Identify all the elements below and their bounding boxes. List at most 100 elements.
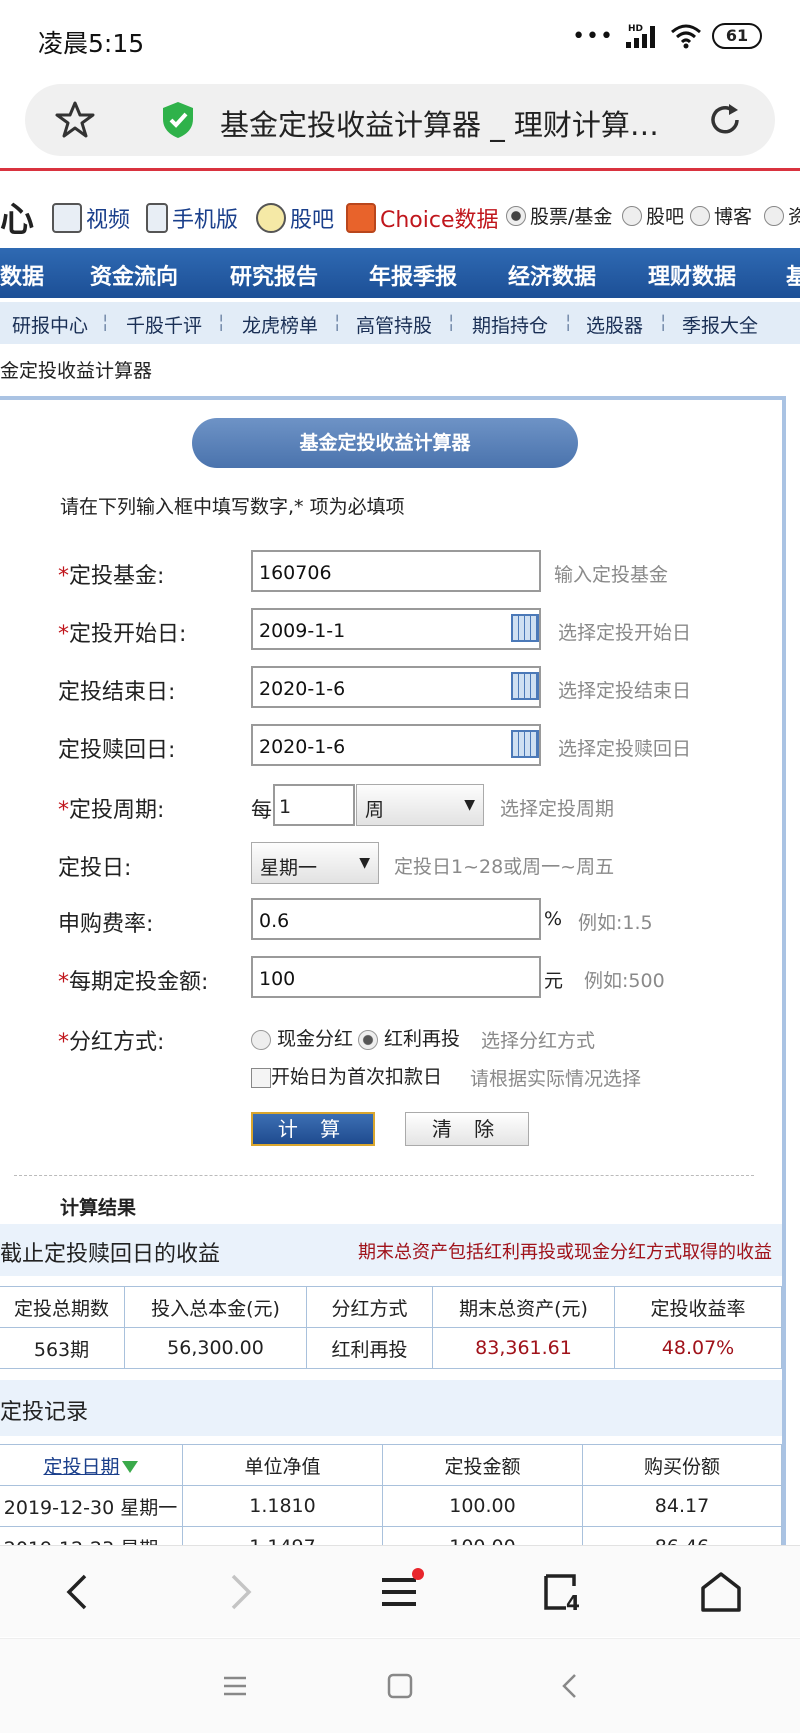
scope-more[interactable]: 资 xyxy=(764,202,800,229)
forward-icon[interactable] xyxy=(215,1568,263,1616)
recent-apps-icon[interactable] xyxy=(220,1671,250,1701)
link-video[interactable]: 视频 xyxy=(52,202,130,234)
fee-tip: 例如:1.5 xyxy=(578,912,653,934)
chevron-down-icon: ▼ xyxy=(464,797,475,813)
amount-input[interactable]: 100 xyxy=(251,956,541,998)
row-start: *定投开始日: 2009-1-1 选择定投开始日 xyxy=(58,608,778,652)
day-label: 定投日: xyxy=(58,856,132,881)
back-icon[interactable] xyxy=(55,1568,103,1616)
redeem-tip: 选择定投赎回日 xyxy=(558,738,692,760)
table-row: 563期 56,300.00 红利再投 83,361.61 48.07% xyxy=(0,1327,782,1369)
period-prefix: 每 xyxy=(251,798,272,822)
table-cell: 2019-12-30 星期一 xyxy=(0,1485,183,1527)
header-cell: 单位净值 xyxy=(182,1444,383,1486)
scope-blog[interactable]: 博客 xyxy=(690,202,752,229)
link-guba[interactable]: 股吧 xyxy=(256,202,334,234)
sort-arrow-icon xyxy=(121,1461,138,1473)
site-logo: 心 xyxy=(0,200,34,240)
battery-icon: 61 xyxy=(712,23,762,49)
results-title: 计算结果 xyxy=(60,1197,137,1219)
scope-guba[interactable]: 股吧 xyxy=(622,202,684,229)
dividend-reinvest-option[interactable]: 红利再投 xyxy=(358,1024,460,1051)
status-icons: ••• HD 61 xyxy=(572,22,762,50)
header-cell: 定投总期数 xyxy=(0,1286,125,1328)
reload-icon[interactable] xyxy=(705,100,745,140)
header-cell: 期末总资产(元) xyxy=(432,1286,615,1328)
fee-input[interactable]: 0.6 xyxy=(251,898,541,940)
subnav-item[interactable]: 研报中心 xyxy=(12,311,88,338)
first-day-checkbox[interactable]: 开始日为首次扣款日 xyxy=(251,1062,442,1089)
sub-nav: 研报中心 ¦ 千股千评 ¦ 龙虎榜单 ¦ 高管持股 ¦ 期指持仓 ¦ 选股器 ¦… xyxy=(0,302,800,344)
clear-button[interactable]: 清 除 xyxy=(405,1112,529,1146)
calendar-icon[interactable] xyxy=(511,672,539,700)
subnav-item[interactable]: 龙虎榜单 xyxy=(242,311,318,338)
nav-item[interactable]: 资金流向 xyxy=(90,259,178,291)
day-select[interactable]: 星期一 ▼ xyxy=(251,842,379,884)
fund-label: 定投基金: xyxy=(69,564,165,589)
first-day-tip: 请根据实际情况选择 xyxy=(470,1068,642,1090)
results-band-right: 期末总资产包括红利再投或现金分红方式取得的收益 xyxy=(358,1242,772,1263)
end-date-input[interactable]: 2020-1-6 xyxy=(251,666,541,708)
nav-item[interactable]: 基 xyxy=(786,259,800,291)
nav-item[interactable]: 研究报告 xyxy=(230,259,318,291)
subnav-item[interactable]: 千股千评 xyxy=(126,311,202,338)
radio-icon[interactable] xyxy=(764,205,784,226)
site-top-links: 心 视频 手机版 股吧 Choice数据 股票/基金 股吧 博客 资 xyxy=(0,192,800,244)
subnav-item[interactable]: 高管持股 xyxy=(356,311,432,338)
dividend-cash-option[interactable]: 现金分红 xyxy=(251,1024,353,1051)
header-cell: 定投金额 xyxy=(382,1444,583,1486)
nav-item[interactable]: 经济数据 xyxy=(508,259,596,291)
address-bar[interactable]: 基金定投收益计算器 _ 理财计算… xyxy=(25,84,775,156)
link-mobile[interactable]: 手机版 xyxy=(146,202,238,234)
fee-label: 申购费率: xyxy=(58,912,154,937)
calendar-icon[interactable] xyxy=(511,614,539,642)
nav-item[interactable]: 理财数据 xyxy=(648,259,736,291)
menu-icon[interactable] xyxy=(376,1568,424,1616)
period-unit-select[interactable]: 周 ▼ xyxy=(356,784,484,826)
table-header-row: 定投总期数 投入总本金(元) 分红方式 期末总资产(元) 定投收益率 xyxy=(0,1286,782,1328)
calendar-icon[interactable] xyxy=(511,730,539,758)
header-divider xyxy=(0,168,800,171)
table-cell: 1.1810 xyxy=(182,1485,383,1527)
subnav-item[interactable]: 季报大全 xyxy=(682,311,758,338)
redeem-date-input[interactable]: 2020-1-6 xyxy=(251,724,541,766)
home-icon[interactable] xyxy=(697,1568,745,1616)
row-fund: *定投基金: 160706 输入定投基金 xyxy=(58,550,778,594)
tabs-icon[interactable]: 4 xyxy=(538,1568,586,1616)
start-date-input[interactable]: 2009-1-1 xyxy=(251,608,541,650)
amount-unit: 元 xyxy=(544,970,564,992)
row-day: 定投日: 星期一 ▼ 定投日1~28或周一~周五 xyxy=(58,842,778,886)
page-title[interactable]: 基金定投收益计算器 _ 理财计算… xyxy=(220,102,690,144)
table-cell: 48.07% xyxy=(614,1327,782,1369)
home-square-icon[interactable] xyxy=(385,1671,415,1701)
table-row: 2019-12-30 星期一 1.1810 100.00 84.17 xyxy=(0,1485,782,1527)
radio-icon[interactable] xyxy=(690,205,710,226)
header-cell: 购买份额 xyxy=(582,1444,782,1486)
wifi-icon xyxy=(671,24,701,49)
svg-text:HD: HD xyxy=(628,24,643,34)
subnav-item[interactable]: 期指持仓 xyxy=(472,311,548,338)
table-cell: 83,361.61 xyxy=(432,1327,615,1369)
radio-icon[interactable] xyxy=(506,205,526,226)
radio-icon[interactable] xyxy=(622,205,642,226)
calculate-button[interactable]: 计 算 xyxy=(251,1112,375,1146)
records-band: 定投记录 xyxy=(0,1380,782,1436)
subnav-item[interactable]: 选股器 xyxy=(586,311,643,338)
scope-stock-fund[interactable]: 股票/基金 xyxy=(506,202,612,229)
radio-icon xyxy=(358,1029,378,1050)
video-icon xyxy=(52,203,82,233)
period-count-input[interactable]: 1 xyxy=(273,784,355,826)
link-choice[interactable]: Choice数据 xyxy=(346,202,499,234)
more-dots-icon: ••• xyxy=(572,23,614,49)
fund-input[interactable]: 160706 xyxy=(251,550,541,592)
nav-item[interactable]: 年报季报 xyxy=(369,259,457,291)
system-back-icon[interactable] xyxy=(555,1671,585,1701)
nav-item[interactable]: 数据 xyxy=(0,259,44,291)
star-icon[interactable] xyxy=(55,100,95,140)
row-period: *定投周期: 每 1 周 ▼ 选择定投周期 xyxy=(58,784,778,828)
sort-date-header[interactable]: 定投日期 xyxy=(0,1444,183,1486)
row-end: 定投结束日: 2020-1-6 选择定投结束日 xyxy=(58,666,778,710)
period-label: 定投周期: xyxy=(69,798,165,823)
row-fee: 申购费率: 0.6 % 例如:1.5 xyxy=(58,898,778,942)
redeem-label: 定投赎回日: xyxy=(58,738,176,763)
